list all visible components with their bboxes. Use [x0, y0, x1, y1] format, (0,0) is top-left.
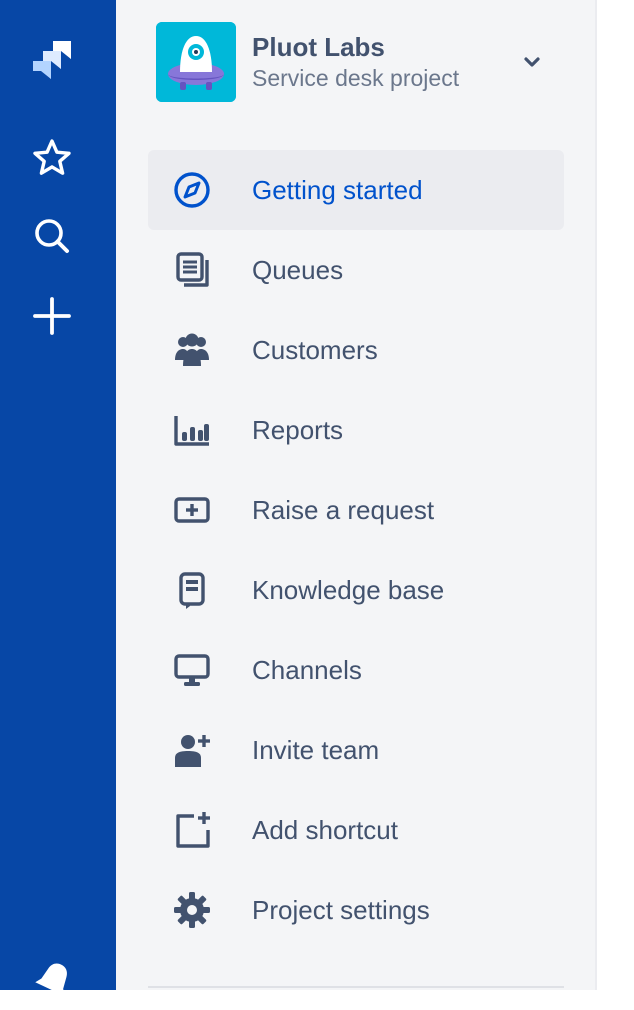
person-add-icon [172, 730, 212, 770]
nav-item-label: Getting started [252, 175, 423, 205]
search-icon [30, 214, 74, 263]
project-switcher[interactable]: Pluot Labs Service desk project [156, 22, 556, 102]
sidebar-bottom-divider [148, 986, 564, 988]
project-avatar [156, 22, 236, 102]
bell-icon [30, 956, 74, 1005]
nav-item-label: Invite team [252, 735, 380, 765]
nav-item-label: Reports [252, 415, 344, 445]
graph-bar-icon [172, 410, 212, 450]
notifications-button[interactable] [22, 950, 82, 1010]
gear-icon [172, 890, 212, 930]
project-type: Service desk project [252, 65, 460, 91]
plus-icon [30, 294, 74, 343]
screen-plus-icon [172, 490, 212, 530]
search-button[interactable] [22, 208, 82, 268]
nav-item-label: Channels [252, 655, 362, 685]
nav-item-label: Queues [252, 255, 344, 285]
nav-item-label: Knowledge base [252, 575, 445, 605]
nav-item-channels[interactable]: Channels [148, 630, 564, 710]
nav-item-label: Raise a request [252, 495, 435, 525]
ufo-avatar-icon [156, 22, 236, 102]
monitor-icon [172, 650, 212, 690]
compass-icon [172, 170, 212, 210]
project-name: Pluot Labs [252, 32, 385, 62]
nav-item-getting-started[interactable]: Getting started [148, 150, 564, 230]
people-icon [172, 330, 212, 370]
nav-item-queues[interactable]: Queues [148, 230, 564, 310]
starred-button[interactable] [22, 130, 82, 190]
nav-item-raise-a-request[interactable]: Raise a request [148, 470, 564, 550]
chevron-down-icon[interactable] [518, 48, 546, 76]
sidebar-divider [595, 0, 597, 990]
nav-item-label: Project settings [252, 895, 430, 925]
queues-icon [172, 250, 212, 290]
nav-item-reports[interactable]: Reports [148, 390, 564, 470]
shortcut-add-icon [172, 810, 212, 850]
nav-item-invite-team[interactable]: Invite team [148, 710, 564, 790]
nav-item-add-shortcut[interactable]: Add shortcut [148, 790, 564, 870]
nav-item-knowledge-base[interactable]: Knowledge base [148, 550, 564, 630]
nav-item-label: Customers [252, 335, 378, 365]
star-icon [30, 136, 74, 185]
nav-item-project-settings[interactable]: Project settings [148, 870, 564, 950]
global-navigation [0, 0, 116, 996]
nav-item-customers[interactable]: Customers [148, 310, 564, 390]
create-button[interactable] [22, 288, 82, 348]
book-icon [172, 570, 212, 610]
jira-logo-icon [27, 35, 77, 90]
nav-item-label: Add shortcut [252, 815, 398, 845]
jira-logo-button[interactable] [22, 32, 82, 92]
